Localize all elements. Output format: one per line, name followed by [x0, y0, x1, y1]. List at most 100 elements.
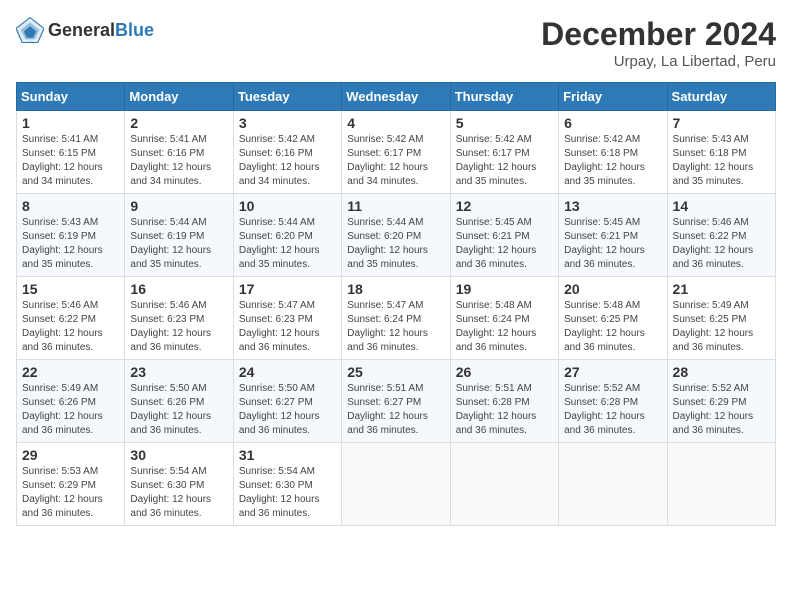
day-number: 12: [456, 198, 553, 214]
calendar-cell: 4 Sunrise: 5:42 AM Sunset: 6:17 PM Daylig…: [342, 111, 450, 194]
day-number: 24: [239, 364, 336, 380]
day-detail: Sunrise: 5:54 AM Sunset: 6:30 PM Dayligh…: [130, 465, 227, 521]
day-detail: Sunrise: 5:42 AM Sunset: 6:17 PM Dayligh…: [347, 133, 444, 189]
calendar-cell: 29 Sunrise: 5:53 AM Sunset: 6:29 PM Dayli…: [17, 443, 125, 526]
day-number: 6: [564, 115, 661, 131]
day-detail: Sunrise: 5:41 AM Sunset: 6:15 PM Dayligh…: [22, 133, 119, 189]
day-detail: Sunrise: 5:43 AM Sunset: 6:18 PM Dayligh…: [673, 133, 770, 189]
day-number: 17: [239, 281, 336, 297]
calendar-header-monday: Monday: [125, 83, 233, 111]
day-number: 3: [239, 115, 336, 131]
day-number: 10: [239, 198, 336, 214]
calendar-cell: 18 Sunrise: 5:47 AM Sunset: 6:24 PM Dayli…: [342, 277, 450, 360]
day-detail: Sunrise: 5:49 AM Sunset: 6:26 PM Dayligh…: [22, 382, 119, 438]
location-subtitle: Urpay, La Libertad, Peru: [541, 53, 776, 70]
calendar-week-row: 8 Sunrise: 5:43 AM Sunset: 6:19 PM Daylig…: [17, 194, 776, 277]
logo-blue: Blue: [115, 20, 154, 40]
day-number: 19: [456, 281, 553, 297]
page-header: GeneralBlue December 2024 Urpay, La Libe…: [16, 16, 776, 70]
day-number: 30: [130, 447, 227, 463]
calendar-header-tuesday: Tuesday: [233, 83, 341, 111]
calendar-cell: 1 Sunrise: 5:41 AM Sunset: 6:15 PM Daylig…: [17, 111, 125, 194]
day-detail: Sunrise: 5:49 AM Sunset: 6:25 PM Dayligh…: [673, 299, 770, 355]
calendar-cell: 21Sunrise: 5:49 AM Sunset: 6:25 PM Dayli…: [667, 277, 775, 360]
calendar-cell: 19 Sunrise: 5:48 AM Sunset: 6:24 PM Dayli…: [450, 277, 558, 360]
day-number: 23: [130, 364, 227, 380]
day-detail: Sunrise: 5:42 AM Sunset: 6:18 PM Dayligh…: [564, 133, 661, 189]
calendar-cell: 17 Sunrise: 5:47 AM Sunset: 6:23 PM Dayli…: [233, 277, 341, 360]
calendar-cell: [559, 443, 667, 526]
calendar-cell: 10 Sunrise: 5:44 AM Sunset: 6:20 PM Dayli…: [233, 194, 341, 277]
day-number: 26: [456, 364, 553, 380]
day-number: 14: [673, 198, 770, 214]
calendar-cell: 2 Sunrise: 5:41 AM Sunset: 6:16 PM Daylig…: [125, 111, 233, 194]
calendar-table: SundayMondayTuesdayWednesdayThursdayFrid…: [16, 82, 776, 526]
day-detail: Sunrise: 5:47 AM Sunset: 6:23 PM Dayligh…: [239, 299, 336, 355]
day-detail: Sunrise: 5:44 AM Sunset: 6:19 PM Dayligh…: [130, 216, 227, 272]
calendar-cell: 5 Sunrise: 5:42 AM Sunset: 6:17 PM Daylig…: [450, 111, 558, 194]
day-number: 18: [347, 281, 444, 297]
day-number: 7: [673, 115, 770, 131]
calendar-cell: 3Sunrise: 5:42 AM Sunset: 6:16 PM Daylig…: [233, 111, 341, 194]
calendar-cell: 25Sunrise: 5:51 AM Sunset: 6:27 PM Dayli…: [342, 360, 450, 443]
calendar-header-row: SundayMondayTuesdayWednesdayThursdayFrid…: [17, 83, 776, 111]
day-detail: Sunrise: 5:44 AM Sunset: 6:20 PM Dayligh…: [347, 216, 444, 272]
calendar-cell: 12Sunrise: 5:45 AM Sunset: 6:21 PM Dayli…: [450, 194, 558, 277]
day-number: 25: [347, 364, 444, 380]
calendar-cell: 24Sunrise: 5:50 AM Sunset: 6:27 PM Dayli…: [233, 360, 341, 443]
calendar-week-row: 29 Sunrise: 5:53 AM Sunset: 6:29 PM Dayli…: [17, 443, 776, 526]
calendar-cell: 14 Sunrise: 5:46 AM Sunset: 6:22 PM Dayli…: [667, 194, 775, 277]
day-detail: Sunrise: 5:50 AM Sunset: 6:26 PM Dayligh…: [130, 382, 227, 438]
calendar-week-row: 15Sunrise: 5:46 AM Sunset: 6:22 PM Dayli…: [17, 277, 776, 360]
day-detail: Sunrise: 5:43 AM Sunset: 6:19 PM Dayligh…: [22, 216, 119, 272]
day-detail: Sunrise: 5:46 AM Sunset: 6:22 PM Dayligh…: [673, 216, 770, 272]
calendar-cell: 11 Sunrise: 5:44 AM Sunset: 6:20 PM Dayli…: [342, 194, 450, 277]
day-number: 22: [22, 364, 119, 380]
day-number: 27: [564, 364, 661, 380]
day-detail: Sunrise: 5:52 AM Sunset: 6:28 PM Dayligh…: [564, 382, 661, 438]
day-number: 1: [22, 115, 119, 131]
calendar-header-friday: Friday: [559, 83, 667, 111]
calendar-week-row: 22 Sunrise: 5:49 AM Sunset: 6:26 PM Dayli…: [17, 360, 776, 443]
calendar-cell: 15Sunrise: 5:46 AM Sunset: 6:22 PM Dayli…: [17, 277, 125, 360]
day-number: 4: [347, 115, 444, 131]
calendar-cell: 16 Sunrise: 5:46 AM Sunset: 6:23 PM Dayli…: [125, 277, 233, 360]
day-detail: Sunrise: 5:44 AM Sunset: 6:20 PM Dayligh…: [239, 216, 336, 272]
day-detail: Sunrise: 5:46 AM Sunset: 6:23 PM Dayligh…: [130, 299, 227, 355]
day-number: 9: [130, 198, 227, 214]
calendar-cell: 28Sunrise: 5:52 AM Sunset: 6:29 PM Dayli…: [667, 360, 775, 443]
calendar-cell: [667, 443, 775, 526]
calendar-header-wednesday: Wednesday: [342, 83, 450, 111]
day-number: 20: [564, 281, 661, 297]
calendar-cell: 7 Sunrise: 5:43 AM Sunset: 6:18 PM Daylig…: [667, 111, 775, 194]
day-detail: Sunrise: 5:47 AM Sunset: 6:24 PM Dayligh…: [347, 299, 444, 355]
day-detail: Sunrise: 5:45 AM Sunset: 6:21 PM Dayligh…: [564, 216, 661, 272]
day-detail: Sunrise: 5:48 AM Sunset: 6:25 PM Dayligh…: [564, 299, 661, 355]
day-number: 31: [239, 447, 336, 463]
calendar-cell: 20 Sunrise: 5:48 AM Sunset: 6:25 PM Dayli…: [559, 277, 667, 360]
day-number: 8: [22, 198, 119, 214]
day-detail: Sunrise: 5:42 AM Sunset: 6:17 PM Dayligh…: [456, 133, 553, 189]
calendar-cell: 23 Sunrise: 5:50 AM Sunset: 6:26 PM Dayli…: [125, 360, 233, 443]
day-number: 28: [673, 364, 770, 380]
calendar-cell: 6 Sunrise: 5:42 AM Sunset: 6:18 PM Daylig…: [559, 111, 667, 194]
day-detail: Sunrise: 5:53 AM Sunset: 6:29 PM Dayligh…: [22, 465, 119, 521]
day-number: 2: [130, 115, 227, 131]
day-detail: Sunrise: 5:48 AM Sunset: 6:24 PM Dayligh…: [456, 299, 553, 355]
calendar-cell: 13Sunrise: 5:45 AM Sunset: 6:21 PM Dayli…: [559, 194, 667, 277]
month-title: December 2024: [541, 16, 776, 53]
title-block: December 2024 Urpay, La Libertad, Peru: [541, 16, 776, 70]
day-number: 11: [347, 198, 444, 214]
calendar-cell: 9 Sunrise: 5:44 AM Sunset: 6:19 PM Daylig…: [125, 194, 233, 277]
day-number: 15: [22, 281, 119, 297]
calendar-cell: 26Sunrise: 5:51 AM Sunset: 6:28 PM Dayli…: [450, 360, 558, 443]
calendar-cell: [342, 443, 450, 526]
day-number: 5: [456, 115, 553, 131]
day-number: 29: [22, 447, 119, 463]
day-detail: Sunrise: 5:54 AM Sunset: 6:30 PM Dayligh…: [239, 465, 336, 521]
calendar-cell: [450, 443, 558, 526]
calendar-week-row: 1 Sunrise: 5:41 AM Sunset: 6:15 PM Daylig…: [17, 111, 776, 194]
day-detail: Sunrise: 5:41 AM Sunset: 6:16 PM Dayligh…: [130, 133, 227, 189]
day-number: 16: [130, 281, 227, 297]
calendar-cell: 27 Sunrise: 5:52 AM Sunset: 6:28 PM Dayli…: [559, 360, 667, 443]
